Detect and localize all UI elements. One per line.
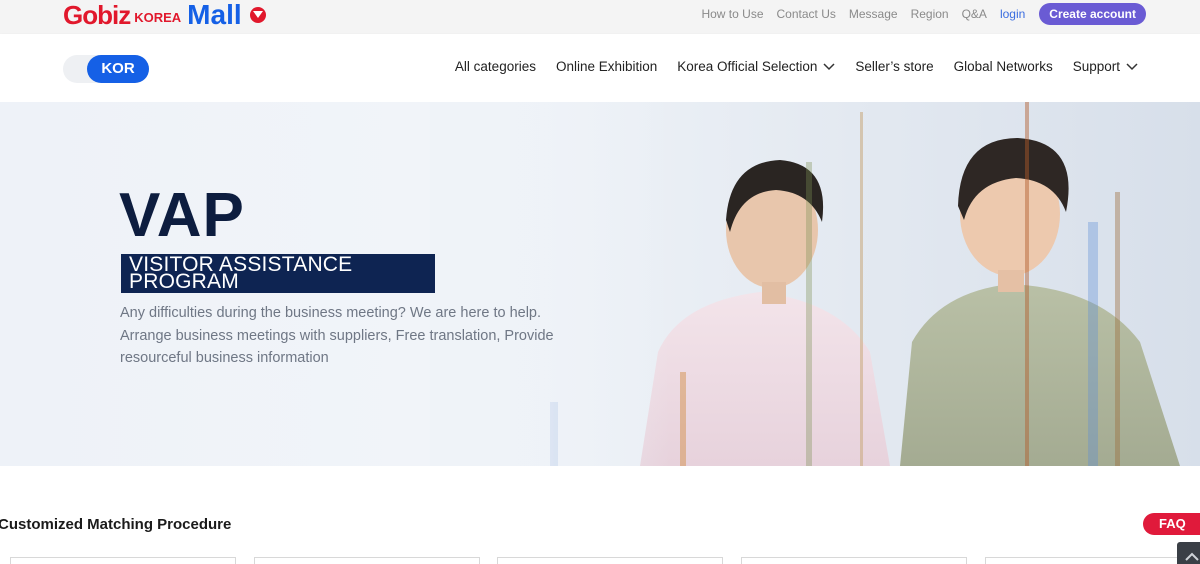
logo-gobiz: Gobiz xyxy=(63,0,131,30)
hero-description-line-3: resourceful business information xyxy=(120,350,329,366)
hero-description: Any difficulties during the business mee… xyxy=(120,302,560,370)
nav-korea-official-selection[interactable]: Korea Official Selection xyxy=(677,59,835,74)
logo-badge-icon xyxy=(249,7,266,23)
hero-description-line-2: Arrange business meetings with suppliers… xyxy=(120,327,554,344)
language-toggle[interactable]: KOR xyxy=(63,55,149,83)
section-title: Customized Matching Procedure xyxy=(0,516,232,533)
hero-description-line-1: Any difficulties during the business mee… xyxy=(120,305,542,321)
create-account-button[interactable]: Create account xyxy=(1039,3,1146,25)
message-link[interactable]: Message xyxy=(849,7,898,21)
nav-label: All categories xyxy=(454,59,536,74)
qa-link[interactable]: Q&A xyxy=(962,7,987,21)
nav-online-exhibition[interactable]: Online Exhibition xyxy=(556,59,657,74)
nav-label: Support xyxy=(1072,59,1120,74)
nav-global-networks[interactable]: Global Networks xyxy=(954,59,1053,74)
nav-label: Global Networks xyxy=(953,59,1053,74)
login-link[interactable]: login xyxy=(1000,7,1025,21)
hero-subtitle-box: VISITOR ASSISTANCE PROGRAM xyxy=(121,254,435,293)
utility-links: How to Use Contact Us Message Region Q&A… xyxy=(688,3,1146,25)
nav-all-categories[interactable]: All categories xyxy=(455,59,536,74)
main-navbar: KOR All categories Online Exhibition Kor… xyxy=(0,34,1200,102)
procedure-card xyxy=(497,557,723,564)
hero-banner: VAP VISITOR ASSISTANCE PROGRAM Any diffi… xyxy=(0,102,1200,466)
hero-title: VAP xyxy=(119,181,245,250)
faq-button[interactable]: FAQ xyxy=(1143,513,1200,535)
nav-sellers-store[interactable]: Seller’s store xyxy=(855,59,933,74)
scroll-top-icon[interactable] xyxy=(1177,542,1200,564)
nav-support[interactable]: Support xyxy=(1073,59,1138,74)
procedure-card xyxy=(985,557,1200,564)
chevron-down-icon xyxy=(823,62,835,70)
region-link[interactable]: Region xyxy=(911,7,949,21)
procedure-card xyxy=(10,557,236,564)
procedure-card xyxy=(254,557,480,564)
logo-mall: Mall xyxy=(187,0,242,30)
main-nav: All categories Online Exhibition Korea O… xyxy=(435,59,1138,74)
hero-fade-overlay xyxy=(430,102,670,466)
top-utility-bar: Gobiz KOREA Mall How to Use Contact Us M… xyxy=(0,0,1200,34)
logo-korea: KOREA xyxy=(134,10,182,25)
how-to-use-link[interactable]: How to Use xyxy=(701,7,763,21)
chevron-down-icon xyxy=(1126,62,1138,70)
site-logo[interactable]: Gobiz KOREA Mall xyxy=(63,1,266,29)
language-selected[interactable]: KOR xyxy=(87,55,149,83)
nav-label: Online Exhibition xyxy=(555,59,658,74)
nav-label: Seller’s store xyxy=(855,59,934,74)
nav-label: Korea Official Selection xyxy=(677,59,818,74)
contact-us-link[interactable]: Contact Us xyxy=(777,7,836,21)
procedure-card xyxy=(741,557,967,564)
